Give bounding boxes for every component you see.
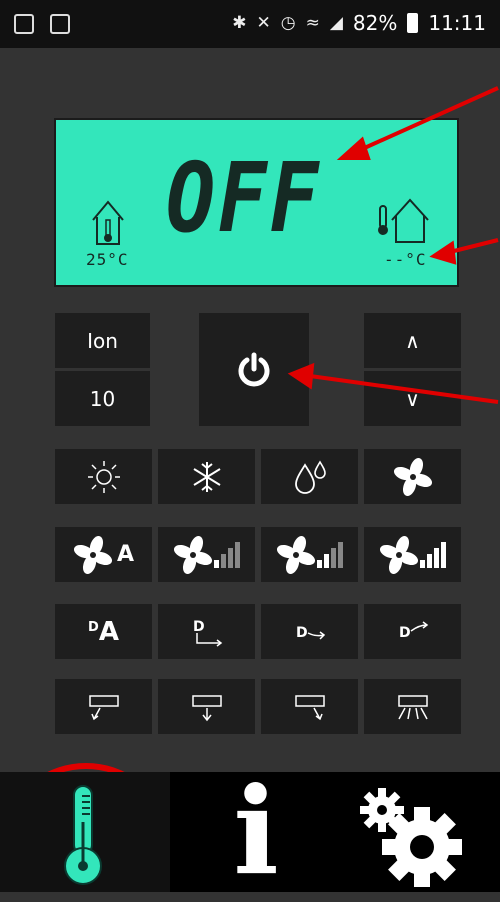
mode-status-text: OFF (166, 142, 322, 254)
drops-icon (294, 459, 326, 494)
bluetooth-icon: ✱ (232, 13, 247, 33)
battery-percent: 82% (352, 11, 398, 35)
louver-down-button[interactable] (158, 679, 255, 734)
fan-icon (173, 535, 212, 574)
outdoor-temperature-icon (378, 198, 429, 243)
swing-auto-button[interactable]: D A (55, 604, 152, 659)
louver-left-button[interactable] (55, 679, 152, 734)
svg-text:D: D (399, 625, 411, 641)
fan-icon (393, 457, 432, 496)
mute-icon: ✕ (256, 13, 271, 33)
louver-down-icon (191, 694, 222, 721)
swing-down-icon: D (193, 619, 222, 647)
signal-bars-icon (213, 541, 240, 568)
tab-settings[interactable] (352, 782, 472, 887)
cool-mode-button[interactable] (158, 449, 255, 504)
fan-icon (73, 535, 112, 574)
sun-icon (87, 460, 120, 493)
signal-bars-icon (419, 541, 446, 568)
gallery-notification-icon (14, 14, 34, 34)
temperature-down-button[interactable]: ∨ (364, 371, 461, 426)
lcd-display: OFF 25°C --°C (54, 118, 459, 287)
indoor-temperature: 25°C (86, 250, 129, 269)
swing-horizontal-button[interactable]: D (261, 604, 358, 659)
ion-button[interactable]: Ion (55, 313, 150, 368)
temperature-up-button[interactable]: ∧ (364, 313, 461, 368)
power-button[interactable] (199, 313, 309, 426)
fan-auto-button[interactable]: A (55, 527, 152, 582)
info-icon: i (233, 761, 279, 902)
outdoor-temperature: --°C (384, 250, 427, 269)
fan-auto-label: A (116, 542, 135, 567)
fan-speed-high-button[interactable] (364, 527, 461, 582)
ion-label: Ion (87, 328, 118, 353)
snowflake-icon (192, 461, 221, 492)
timer-button[interactable]: 10 (55, 371, 150, 426)
status-bar: ✱ ✕ ◷ ≈ ◢ 82% 11:11 (0, 0, 500, 48)
alarm-icon: ◷ (280, 13, 296, 33)
swing-up-icon: D (399, 620, 428, 641)
wifi-icon: ≈ (305, 13, 320, 33)
svg-text:D: D (296, 625, 308, 641)
swing-up-button[interactable]: D (364, 604, 461, 659)
louver-left-icon (88, 694, 119, 720)
temperature-down-label: ∨ (405, 386, 420, 411)
signal-icon: ◢ (329, 13, 343, 33)
fan-icon (379, 535, 418, 574)
heat-mode-button[interactable] (55, 449, 152, 504)
fan-speed-medium-button[interactable] (261, 527, 358, 582)
swing-auto-label: A (98, 616, 119, 647)
swing-right-icon: D (296, 625, 325, 641)
tab-temperature[interactable] (0, 772, 170, 892)
power-icon (238, 352, 270, 386)
swing-prefix: D (88, 620, 99, 635)
tab-info[interactable]: i (226, 772, 286, 892)
swing-down-right-button[interactable]: D (158, 604, 255, 659)
fan-speed-low-button[interactable] (158, 527, 255, 582)
fan-mode-button[interactable] (364, 449, 461, 504)
louver-right-icon (294, 694, 325, 720)
gears-icon (360, 788, 462, 887)
louver-spread-button[interactable] (364, 679, 461, 734)
svg-text:D: D (193, 619, 205, 635)
timer-value: 10 (89, 386, 116, 411)
dry-mode-button[interactable] (261, 449, 358, 504)
battery-icon (407, 13, 419, 33)
image-notification-icon (50, 14, 70, 34)
louver-right-button[interactable] (261, 679, 358, 734)
clock: 11:11 (428, 11, 486, 35)
temperature-up-label: ∧ (405, 328, 420, 353)
indoor-temperature-icon (92, 200, 124, 245)
fan-icon (276, 535, 315, 574)
louver-spread-icon (397, 694, 428, 719)
thermometer-icon (64, 785, 102, 885)
signal-bars-icon (316, 541, 343, 568)
